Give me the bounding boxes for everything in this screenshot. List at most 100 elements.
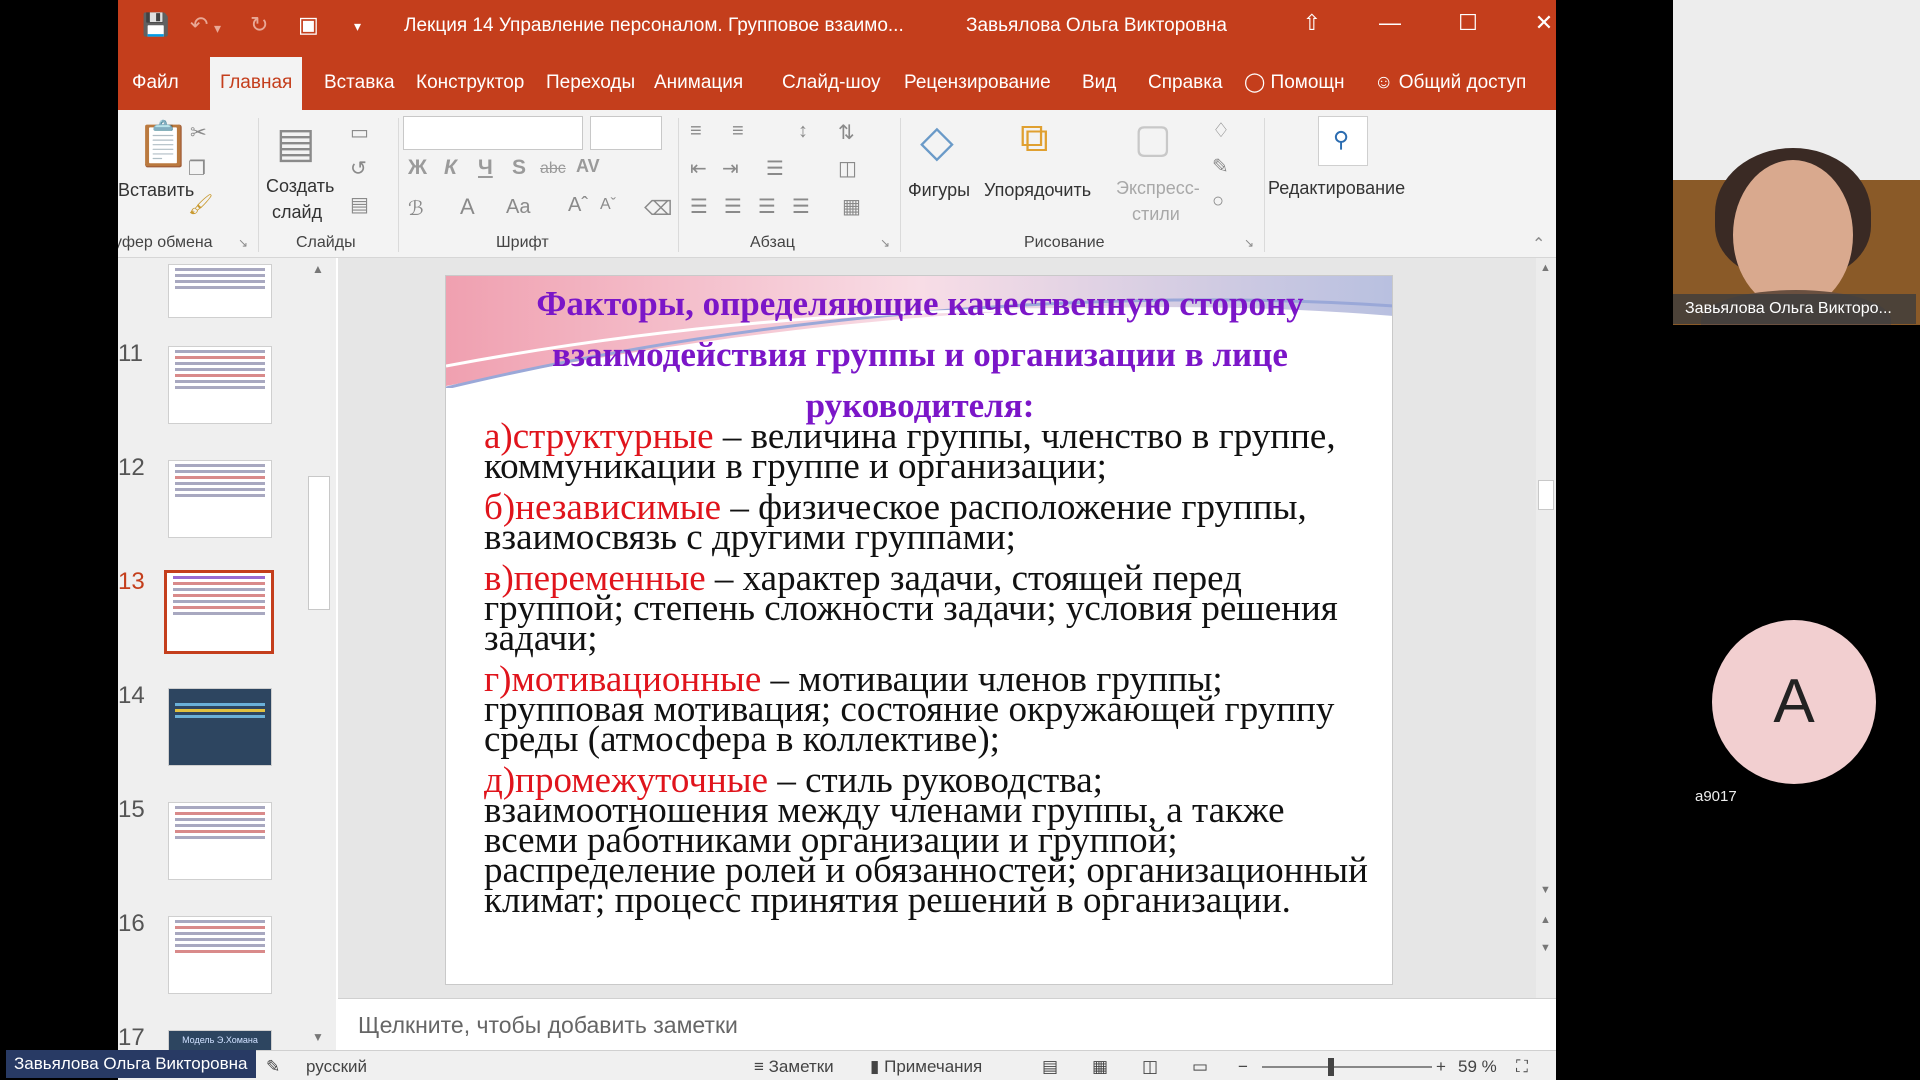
tab-view[interactable]: Вид	[1072, 53, 1126, 110]
format-painter-icon[interactable]: 🖌	[188, 192, 213, 217]
dialog-launcher-icon[interactable]: ↘	[880, 236, 890, 250]
tab-file[interactable]: Файл	[122, 53, 189, 110]
comments-button[interactable]: ▮ Примечания	[870, 1057, 982, 1077]
shapes-button[interactable]: Фигуры	[908, 178, 970, 202]
language-indicator[interactable]: русский	[306, 1057, 367, 1077]
start-slideshow-icon[interactable]: ▣	[298, 12, 319, 38]
tab-tell-me[interactable]: ◯ Помощн	[1234, 53, 1355, 110]
slide-sorter-icon[interactable]: ▦	[1092, 1057, 1108, 1077]
scroll-up-icon[interactable]: ▲	[1540, 262, 1551, 274]
canvas-scrollbar[interactable]: ▲ ▼ ▲ ▼	[1536, 258, 1556, 998]
change-case-icon[interactable]: Aa	[506, 196, 530, 219]
close-button[interactable]: ✕	[1524, 10, 1556, 36]
arrange-button[interactable]: Упорядочить	[984, 178, 1091, 202]
tab-design[interactable]: Конструктор	[406, 53, 534, 110]
quick-styles-icon[interactable]: ▢	[1134, 116, 1172, 162]
scroll-down-icon[interactable]: ▼	[312, 1030, 324, 1044]
redo-icon[interactable]: ↻	[250, 12, 268, 38]
zoom-out-icon[interactable]: −	[1238, 1057, 1248, 1077]
shapes-icon[interactable]: ◇	[920, 116, 954, 167]
increase-indent-icon[interactable]: ⇥	[722, 156, 739, 181]
zoom-in-icon[interactable]: +	[1436, 1057, 1446, 1077]
layout-icon[interactable]: ▭	[350, 120, 369, 145]
increase-font-icon[interactable]: Aˆ	[568, 194, 588, 217]
align-text-icon[interactable]: ◫	[838, 156, 857, 181]
tab-home[interactable]: Главная	[210, 57, 303, 110]
tab-help[interactable]: Справка	[1138, 53, 1233, 110]
slide-thumbnail-selected[interactable]	[164, 570, 274, 654]
dialog-launcher-icon[interactable]: ↘	[1244, 236, 1254, 250]
zoom-slider-thumb[interactable]	[1328, 1058, 1334, 1076]
scroll-up-icon[interactable]: ▲	[312, 262, 324, 276]
spell-check-icon[interactable]: ✎	[266, 1057, 280, 1077]
align-right-icon[interactable]: ☰	[758, 194, 776, 219]
undo-icon[interactable]: ↶	[190, 12, 208, 38]
slide-thumbnail[interactable]	[168, 802, 272, 880]
zoom-level[interactable]: 59 %	[1458, 1057, 1497, 1077]
tab-review[interactable]: Рецензирование	[894, 53, 1061, 110]
decrease-indent-icon[interactable]: ⇤	[690, 156, 707, 181]
cut-icon[interactable]: ✂	[190, 120, 207, 145]
character-spacing-button[interactable]: AV	[576, 156, 600, 177]
tab-animations[interactable]: Анимация	[644, 53, 753, 110]
find-box[interactable]: ⚲	[1318, 116, 1368, 166]
next-slide-icon[interactable]: ▼	[1540, 942, 1551, 954]
section-icon[interactable]: ▤	[350, 192, 369, 217]
ribbon-display-options-icon[interactable]: ⇧	[1292, 10, 1332, 36]
slide-thumbnail[interactable]	[168, 916, 272, 994]
align-left-icon[interactable]: ☰	[690, 194, 708, 219]
new-slide-icon[interactable]: ▤	[276, 118, 316, 167]
tab-share[interactable]: ☺ Общий доступ	[1364, 53, 1536, 110]
slide-body[interactable]: а)структурные – величина группы, членств…	[484, 418, 1374, 927]
account-name[interactable]: Завьялова Ольга Викторовна	[966, 15, 1227, 37]
text-direction-icon[interactable]: ⇅	[838, 120, 855, 145]
customize-quick-access-icon[interactable]: ▾	[354, 18, 361, 35]
font-size-input[interactable]	[590, 116, 662, 150]
bullets-icon[interactable]: ≡	[690, 120, 702, 143]
collapse-ribbon-icon[interactable]: ⌃	[1532, 234, 1545, 254]
new-slide-button-line2[interactable]: слайд	[272, 200, 322, 224]
fit-to-window-icon[interactable]: ⛶	[1516, 1057, 1528, 1077]
align-center-icon[interactable]: ☰	[724, 194, 742, 219]
slide-thumbnail[interactable]: Модель Э.Хомана	[168, 1030, 272, 1050]
save-icon[interactable]: 💾	[142, 12, 169, 38]
arrange-icon[interactable]: ⧉	[1020, 116, 1049, 161]
participant-video[interactable]: Завьялова Ольга Викторо...	[1673, 0, 1920, 325]
maximize-button[interactable]: ☐	[1448, 10, 1488, 36]
copy-icon[interactable]: ❐	[188, 156, 206, 181]
scroll-down-icon[interactable]: ▼	[1540, 884, 1551, 896]
line-spacing-icon[interactable]: ↕	[798, 120, 808, 143]
quick-styles-button-line2[interactable]: стили	[1132, 202, 1180, 226]
shape-effects-icon[interactable]: ○	[1212, 190, 1224, 213]
italic-button[interactable]: К	[444, 156, 457, 180]
notes-placeholder[interactable]: Щелкните, чтобы добавить заметки	[358, 1012, 738, 1039]
new-slide-button-line1[interactable]: Создать	[266, 174, 334, 198]
text-effects-icon[interactable]: ℬ	[408, 196, 424, 221]
participant-avatar[interactable]: A	[1712, 620, 1876, 784]
normal-view-icon[interactable]: ▤	[1042, 1057, 1058, 1077]
shadow-button[interactable]: S	[512, 156, 526, 180]
clear-formatting-icon[interactable]: ⌫	[644, 196, 672, 221]
paste-button[interactable]: Вставить	[118, 178, 194, 202]
notes-button[interactable]: ≡ Заметки	[754, 1057, 834, 1077]
columns-icon[interactable]: ☰	[766, 156, 784, 181]
bold-button[interactable]: Ж	[408, 156, 427, 180]
slide[interactable]: Факторы, определяющие качественную сторо…	[445, 275, 1393, 985]
zoom-slider[interactable]	[1262, 1058, 1432, 1076]
shape-outline-icon[interactable]: ✎	[1212, 154, 1229, 179]
justify-icon[interactable]: ☰	[792, 194, 810, 219]
scrollbar-thumb[interactable]	[1538, 480, 1554, 510]
slide-thumbnail[interactable]	[168, 346, 272, 424]
decrease-font-icon[interactable]: Aˇ	[600, 196, 616, 214]
numbering-icon[interactable]: ≡	[732, 120, 744, 143]
minimize-button[interactable]: —	[1370, 10, 1410, 36]
underline-button[interactable]: Ч	[478, 156, 493, 180]
reading-view-icon[interactable]: ◫	[1142, 1057, 1158, 1077]
reset-icon[interactable]: ↺	[350, 156, 367, 181]
paste-icon[interactable]: 📋	[136, 118, 191, 170]
quick-styles-button-line1[interactable]: Экспресс-	[1116, 176, 1200, 200]
slide-title[interactable]: Факторы, определяющие качественную сторо…	[476, 278, 1364, 431]
tab-insert[interactable]: Вставка	[314, 53, 405, 110]
slide-thumbnail[interactable]	[168, 460, 272, 538]
editing-button[interactable]: Редактирование	[1268, 176, 1405, 200]
